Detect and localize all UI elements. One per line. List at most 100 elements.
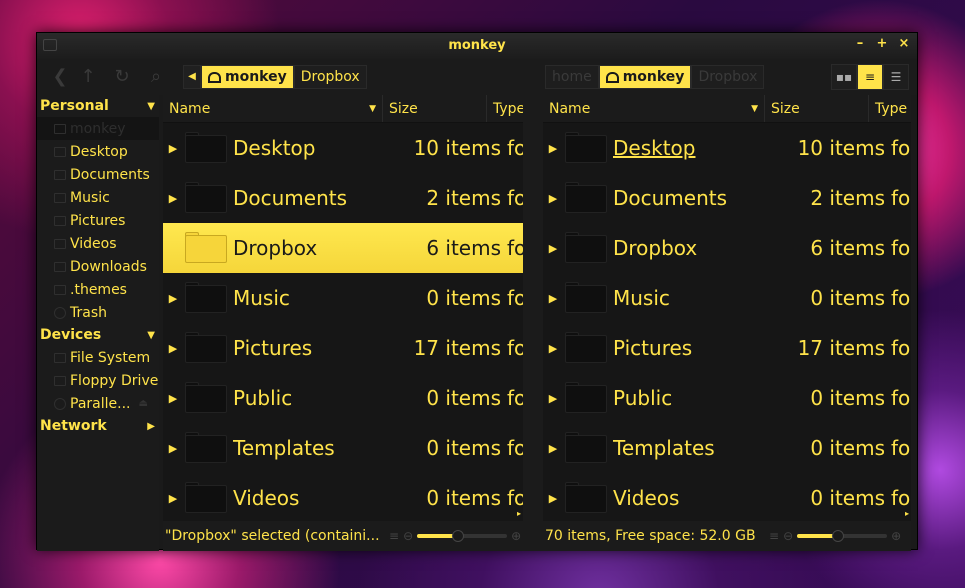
eject-icon[interactable]: ⏏ xyxy=(138,398,147,409)
sidebar-item--themes[interactable]: .themes xyxy=(37,278,159,301)
expand-arrow-icon[interactable]: ▶ xyxy=(543,142,563,155)
file-size: 0 items xyxy=(426,386,501,410)
reload-icon[interactable]: ↻ xyxy=(111,67,133,87)
expand-arrow-icon[interactable]: ▶ xyxy=(163,292,183,305)
sidebar-item-file-system[interactable]: File System xyxy=(37,346,159,369)
file-row[interactable]: ▶ Templates 0 items folder xyxy=(543,423,911,473)
left-zoom-slider[interactable] xyxy=(417,530,508,542)
file-name: Desktop xyxy=(613,136,696,160)
compact-view-icon[interactable]: ☰ xyxy=(883,64,909,90)
file-row[interactable]: ▶ Desktop 10 items folder xyxy=(163,123,523,173)
sidebar-item-monkey[interactable]: monkey xyxy=(37,117,159,140)
toolbar.left-crumb-0[interactable]: monkey xyxy=(201,65,294,89)
sidebar-item-videos[interactable]: Videos xyxy=(37,232,159,255)
sidebar-section-network[interactable]: Network ▶ xyxy=(37,415,159,437)
file-row[interactable]: ▶ Public 0 items folder xyxy=(543,373,911,423)
sidebar-section-devices[interactable]: Devices ▼ xyxy=(37,324,159,346)
scroll-right-icon[interactable]: ▸ xyxy=(905,509,909,518)
expand-arrow-icon[interactable]: ▶ xyxy=(163,492,183,505)
menu-icon[interactable]: ≡ xyxy=(769,529,779,543)
right-horizontal-scrollbar[interactable]: ▸ xyxy=(543,509,911,521)
folder-icon xyxy=(563,381,609,415)
sidebar-item-desktop[interactable]: Desktop xyxy=(37,140,159,163)
file-row[interactable]: ▶ Pictures 17 items folder xyxy=(543,323,911,373)
expand-arrow-icon[interactable]: ▶ xyxy=(543,442,563,455)
sidebar-section-personal[interactable]: Personal ▼ xyxy=(37,95,159,117)
expand-arrow-icon[interactable]: ▶ xyxy=(163,392,183,405)
expand-arrow-icon[interactable]: ▶ xyxy=(543,492,563,505)
file-row[interactable]: ▶ Desktop 10 items folder xyxy=(543,123,911,173)
file-row[interactable]: ▶ Dropbox 6 items folder xyxy=(543,223,911,273)
list-view-icon[interactable]: ≡ xyxy=(857,64,883,90)
sidebar-item-paralle-[interactable]: Paralle... ⏏ xyxy=(37,392,159,415)
zoom-out-icon[interactable]: ⊖ xyxy=(783,529,793,543)
folder-icon xyxy=(183,231,229,265)
left-horizontal-scrollbar[interactable]: ▸ xyxy=(163,509,523,521)
file-row[interactable]: Dropbox 6 items folder xyxy=(163,223,523,273)
column-header-name[interactable]: Name ▼ xyxy=(543,95,765,122)
expand-arrow-icon[interactable]: ▶ xyxy=(163,342,183,355)
crumb-label: Dropbox xyxy=(300,69,360,85)
icon-view-icon[interactable]: ▪▪ xyxy=(831,64,857,90)
sidebar-item-pictures[interactable]: Pictures xyxy=(37,209,159,232)
toolbar.right-crumb-1[interactable]: monkey xyxy=(598,65,692,89)
title-bar[interactable]: monkey – + × xyxy=(37,33,917,59)
file-manager-window: monkey – + × ❮ ↑ ↻ ⌕ ◀ monkey Dropbox hom… xyxy=(36,32,918,551)
column-header-type[interactable]: Type xyxy=(869,95,911,122)
file-row[interactable]: ▶ Pictures 17 items folder xyxy=(163,323,523,373)
zoom-slider-handle[interactable] xyxy=(451,530,464,542)
maximize-button[interactable]: + xyxy=(875,36,889,51)
minimize-button[interactable]: – xyxy=(853,36,867,51)
column-header-name[interactable]: Name ▼ xyxy=(163,95,383,122)
expand-arrow-icon[interactable]: ▶ xyxy=(543,392,563,405)
menu-icon[interactable]: ≡ xyxy=(389,529,399,543)
expand-arrow-icon[interactable]: ▶ xyxy=(543,192,563,205)
search-icon[interactable]: ⌕ xyxy=(145,67,167,87)
zoom-out-icon[interactable]: ⊖ xyxy=(403,529,413,543)
sidebar-item-downloads[interactable]: Downloads xyxy=(37,255,159,278)
collapse-triangle-icon[interactable]: ▼ xyxy=(147,101,155,112)
path-back-arrow-icon[interactable]: ◀ xyxy=(183,65,201,89)
right-zoom-slider[interactable] xyxy=(797,530,888,542)
expand-arrow-icon[interactable]: ▶ xyxy=(543,242,563,255)
toolbar.right-crumb-2[interactable]: Dropbox xyxy=(691,65,765,89)
file-size: 6 items xyxy=(426,236,501,260)
sidebar-item-floppy-drive[interactable]: Floppy Drive xyxy=(37,369,159,392)
expand-arrow-icon[interactable]: ▶ xyxy=(163,192,183,205)
file-row[interactable]: ▶ Music 0 items folder xyxy=(543,273,911,323)
file-row[interactable]: ▶ Documents 2 items folder xyxy=(543,173,911,223)
toolbar.right-crumb-0[interactable]: home xyxy=(545,65,599,89)
expand-arrow-icon[interactable]: ▶ xyxy=(163,142,183,155)
music-icon xyxy=(54,192,66,203)
sidebar-item-music[interactable]: Music xyxy=(37,186,159,209)
expand-triangle-icon[interactable]: ▶ xyxy=(147,421,155,432)
up-icon[interactable]: ↑ xyxy=(77,67,99,87)
file-size: 0 items xyxy=(810,486,885,510)
zoom-in-icon[interactable]: ⊕ xyxy=(891,529,901,543)
file-row[interactable]: ▶ Public 0 items folder xyxy=(163,373,523,423)
column-header-type[interactable]: Type xyxy=(487,95,523,122)
file-row[interactable]: ▶ Documents 2 items folder xyxy=(163,173,523,223)
expand-arrow-icon[interactable]: ▶ xyxy=(543,292,563,305)
column-header-size[interactable]: Size xyxy=(765,95,869,122)
left-file-list: ▶Desktop10 itemsfolder▶Documents2 itemsf… xyxy=(163,123,523,519)
toolbar.left-crumb-1[interactable]: Dropbox xyxy=(293,65,367,89)
close-button[interactable]: × xyxy=(897,36,911,51)
back-icon[interactable]: ❮ xyxy=(49,67,71,87)
sidebar-section-title: Devices xyxy=(40,327,102,343)
zoom-in-icon[interactable]: ⊕ xyxy=(511,529,521,543)
file-name: Pictures xyxy=(233,336,313,360)
scroll-right-icon[interactable]: ▸ xyxy=(517,509,521,518)
file-type: folder xyxy=(891,336,911,360)
collapse-triangle-icon[interactable]: ▼ xyxy=(147,330,155,341)
file-name: Templates xyxy=(233,436,335,460)
pane-divider[interactable] xyxy=(523,95,543,551)
sidebar-item-trash[interactable]: Trash xyxy=(37,301,159,324)
expand-arrow-icon[interactable]: ▶ xyxy=(543,342,563,355)
file-row[interactable]: ▶ Templates 0 items folder xyxy=(163,423,523,473)
column-header-size[interactable]: Size xyxy=(383,95,487,122)
file-row[interactable]: ▶ Music 0 items folder xyxy=(163,273,523,323)
zoom-slider-handle[interactable] xyxy=(831,530,844,542)
sidebar-item-documents[interactable]: Documents xyxy=(37,163,159,186)
expand-arrow-icon[interactable]: ▶ xyxy=(163,442,183,455)
